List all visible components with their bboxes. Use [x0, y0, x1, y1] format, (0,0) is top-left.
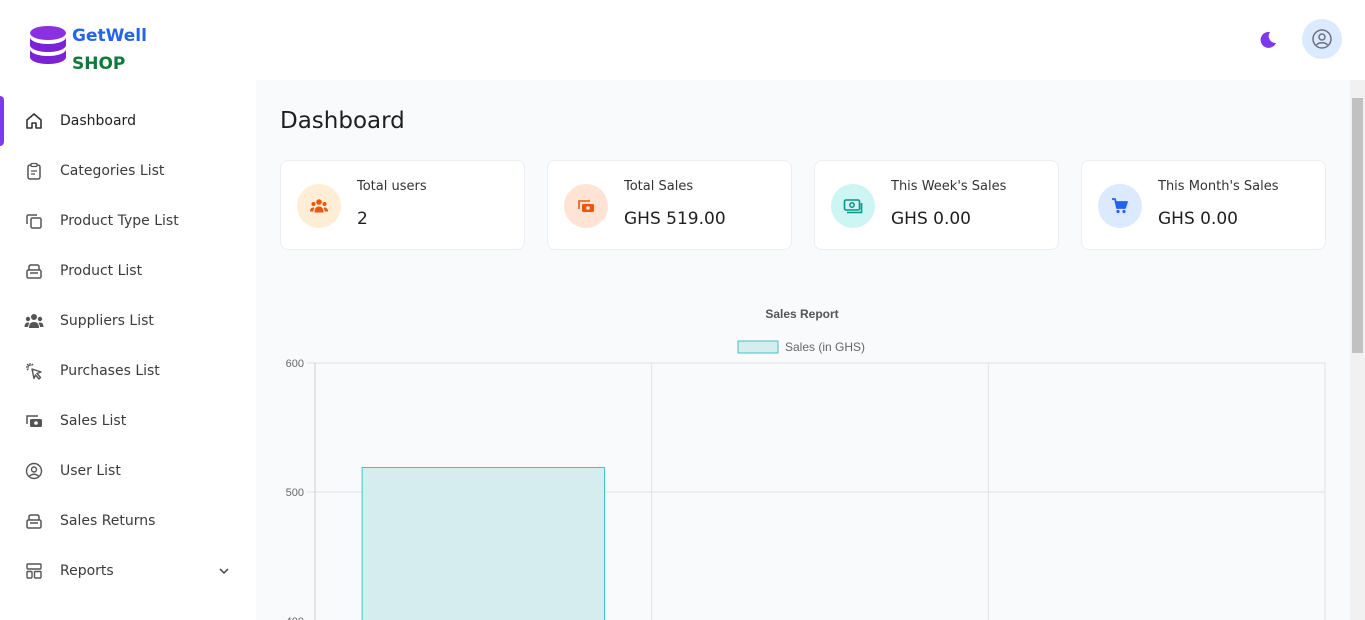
cash-icon — [24, 411, 44, 431]
cash-icon — [564, 184, 608, 228]
sidebar-item-label: Product Type List — [60, 213, 179, 229]
banknote-icon — [831, 184, 875, 228]
users-icon — [24, 311, 44, 331]
card-value: GHS 0.00 — [891, 209, 972, 229]
y-tick-label: 400 — [286, 616, 304, 620]
sidebar-item-reports[interactable]: Reports — [0, 546, 256, 596]
sidebar-item-label: Sales List — [60, 413, 127, 429]
cart-icon — [1098, 184, 1142, 228]
stat-card-week-sales: This Week's Sales GHS 0.00 — [814, 160, 1059, 250]
legend-swatch[interactable] — [737, 340, 779, 354]
layout-icon — [24, 561, 44, 581]
brand-line2: SHOP — [72, 54, 126, 74]
brand-line1: GetWell — [72, 26, 147, 46]
scrollbar-thumb[interactable] — [1352, 98, 1363, 353]
database-logo-icon — [28, 24, 68, 72]
y-tick-label: 600 — [286, 358, 304, 370]
y-tick-label: 500 — [286, 487, 304, 499]
sidebar-item-product-type[interactable]: Product Type List — [0, 196, 256, 246]
card-title: Total Sales — [624, 179, 694, 194]
card-title: This Week's Sales — [891, 179, 1007, 194]
sidebar-item-purchases[interactable]: Purchases List — [0, 346, 256, 396]
box-icon — [24, 511, 44, 531]
legend-label[interactable]: Sales (in GHS) — [785, 340, 865, 354]
sidebar-item-label: Reports — [60, 563, 114, 579]
card-value: GHS 519.00 — [624, 209, 726, 229]
stat-card-total-sales: Total Sales GHS 519.00 — [547, 160, 792, 250]
sidebar-item-categories[interactable]: Categories List — [0, 146, 256, 196]
sidebar-item-label: Sales Returns — [60, 513, 156, 529]
copy-icon — [24, 211, 44, 231]
sidebar-item-label: Product List — [60, 263, 143, 279]
sidebar-item-label: User List — [60, 463, 121, 479]
sidebar-item-product[interactable]: Product List — [0, 246, 256, 296]
pointer-click-icon — [24, 361, 44, 381]
top-header: GetWell SHOP — [0, 0, 1365, 80]
chevron-down-icon[interactable] — [216, 563, 232, 579]
brand-logo[interactable]: GetWell SHOP — [28, 22, 147, 78]
sidebar-item-dashboard[interactable]: Dashboard — [0, 96, 256, 146]
card-title: This Month's Sales — [1158, 179, 1279, 194]
sidebar: Dashboard Categories List Product Type L… — [0, 80, 256, 620]
sidebar-item-sales[interactable]: Sales List — [0, 396, 256, 446]
user-circle-icon — [1312, 29, 1332, 49]
chart-title: Sales Report — [765, 307, 838, 321]
card-title: Total users — [357, 179, 427, 194]
sidebar-item-label: Suppliers List — [60, 313, 154, 329]
user-avatar-button[interactable] — [1302, 19, 1342, 59]
card-value: GHS 0.00 — [1158, 209, 1239, 229]
user-circle-icon — [24, 461, 44, 481]
page-title: Dashboard — [280, 108, 405, 134]
box-icon — [24, 261, 44, 281]
users-icon — [297, 184, 341, 228]
sidebar-item-label: Purchases List — [60, 363, 160, 379]
bar[interactable] — [361, 466, 606, 620]
sidebar-item-sales-returns[interactable]: Sales Returns — [0, 496, 256, 546]
card-value: 2 — [357, 209, 368, 229]
sidebar-item-suppliers[interactable]: Suppliers List — [0, 296, 256, 346]
sidebar-item-label: Categories List — [60, 163, 165, 179]
vertical-scrollbar[interactable] — [1350, 80, 1365, 620]
main-content: Dashboard Total users 2 Total Sales GHS … — [256, 80, 1350, 620]
stat-card-month-sales: This Month's Sales GHS 0.00 — [1081, 160, 1326, 250]
home-icon — [24, 111, 44, 131]
sidebar-item-users[interactable]: User List — [0, 446, 256, 496]
stat-card-total-users: Total users 2 — [280, 160, 525, 250]
sales-report-chart: Sales Report Sales (in GHS) 600 500 400 — [286, 307, 1326, 620]
clipboard-icon — [24, 161, 44, 181]
sidebar-item-label: Dashboard — [60, 113, 136, 129]
moon-icon[interactable] — [1256, 28, 1278, 50]
